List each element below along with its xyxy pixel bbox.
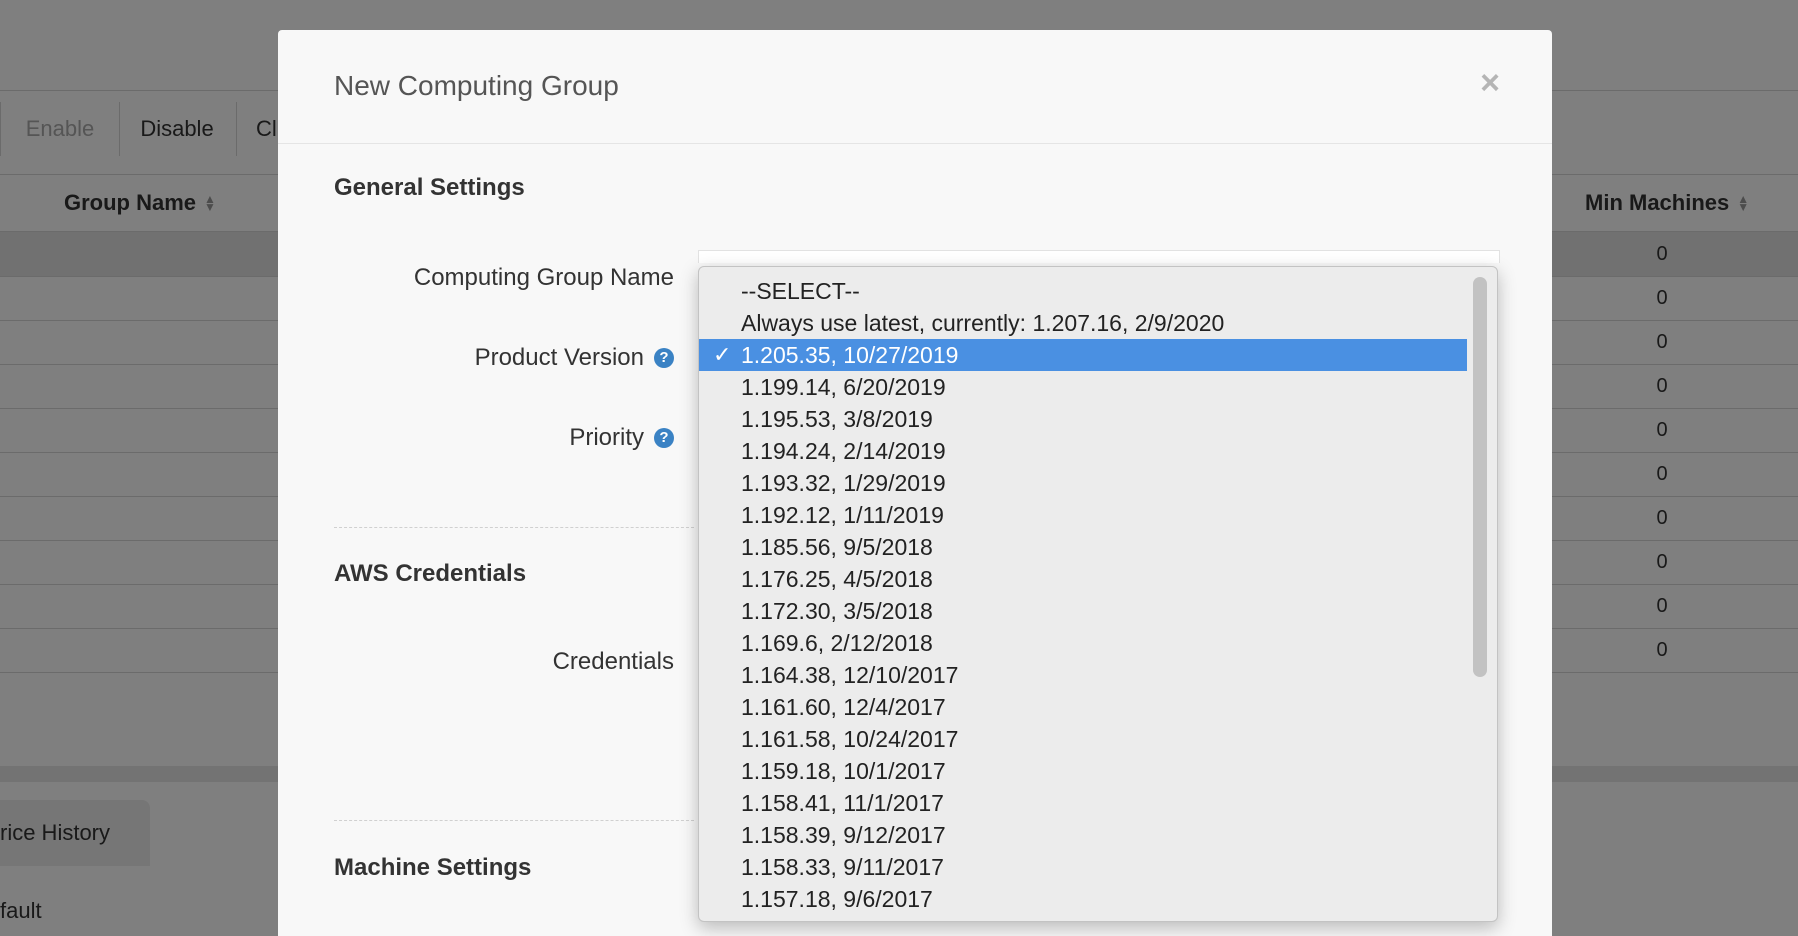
priority-label-text: Priority bbox=[569, 424, 644, 451]
dropdown-scrollbar[interactable] bbox=[1473, 277, 1487, 911]
dropdown-option-label: 1.193.32, 1/29/2019 bbox=[741, 470, 946, 496]
dropdown-option-label: 1.164.38, 12/10/2017 bbox=[741, 662, 959, 688]
dropdown-option[interactable]: 1.192.12, 1/11/2019 bbox=[699, 499, 1467, 531]
credentials-label-text: Credentials bbox=[552, 648, 674, 675]
dropdown-option-label: 1.161.58, 10/24/2017 bbox=[741, 726, 959, 752]
dropdown-option-label: 1.157.18, 9/6/2017 bbox=[741, 886, 933, 912]
dropdown-option[interactable]: 1.159.18, 10/1/2017 bbox=[699, 755, 1467, 787]
section-divider bbox=[334, 527, 694, 528]
dropdown-option-label: Always use latest, currently: 1.207.16, … bbox=[741, 310, 1225, 336]
machine-settings-heading: Machine Settings bbox=[334, 854, 532, 881]
dropdown-option[interactable]: 1.193.32, 1/29/2019 bbox=[699, 467, 1467, 499]
dropdown-option-label: --SELECT-- bbox=[741, 278, 860, 304]
dropdown-option-label: 1.185.56, 9/5/2018 bbox=[741, 534, 933, 560]
dropdown-option-label: 1.205.35, 10/27/2019 bbox=[741, 342, 959, 368]
dropdown-option[interactable]: 1.158.33, 9/11/2017 bbox=[699, 851, 1467, 883]
computing-group-name-input[interactable] bbox=[698, 250, 1500, 263]
dropdown-option-label: 1.192.12, 1/11/2019 bbox=[741, 502, 944, 528]
product-version-label: Product Version ? bbox=[475, 344, 674, 372]
dropdown-option-label: 1.169.6, 2/12/2018 bbox=[741, 630, 933, 656]
dropdown-option[interactable]: 1.161.58, 10/24/2017 bbox=[699, 723, 1467, 755]
section-divider bbox=[334, 820, 694, 821]
dropdown-option-label: 1.161.60, 12/4/2017 bbox=[741, 694, 946, 720]
close-icon[interactable]: × bbox=[1480, 66, 1500, 100]
dropdown-option[interactable]: 1.199.14, 6/20/2019 bbox=[699, 371, 1467, 403]
dropdown-option-label: 1.194.24, 2/14/2019 bbox=[741, 438, 946, 464]
dropdown-option-label: 1.195.53, 3/8/2019 bbox=[741, 406, 933, 432]
dropdown-option[interactable]: 1.169.6, 2/12/2018 bbox=[699, 627, 1467, 659]
dropdown-option-label: 1.172.30, 3/5/2018 bbox=[741, 598, 933, 624]
credentials-label: Credentials bbox=[553, 648, 674, 676]
dropdown-option[interactable]: Always use latest, currently: 1.207.16, … bbox=[699, 307, 1467, 339]
dropdown-option[interactable]: 1.195.53, 3/8/2019 bbox=[699, 403, 1467, 435]
dropdown-option[interactable]: 1.157.18, 9/6/2017 bbox=[699, 883, 1467, 915]
dropdown-option-label: 1.158.41, 11/1/2017 bbox=[741, 790, 944, 816]
dropdown-option[interactable]: 1.164.38, 12/10/2017 bbox=[699, 659, 1467, 691]
dropdown-scroll-thumb[interactable] bbox=[1473, 277, 1487, 677]
dropdown-option-label: 1.199.14, 6/20/2019 bbox=[741, 374, 946, 400]
general-settings-heading: General Settings bbox=[334, 174, 525, 201]
dropdown-option[interactable]: 1.176.25, 4/5/2018 bbox=[699, 563, 1467, 595]
dropdown-option[interactable]: 1.158.41, 11/1/2017 bbox=[699, 787, 1467, 819]
modal-header: New Computing Group × bbox=[278, 30, 1552, 144]
help-icon[interactable]: ? bbox=[654, 348, 674, 368]
computing-group-name-label: Computing Group Name bbox=[414, 264, 674, 292]
dropdown-option[interactable]: 1.161.60, 12/4/2017 bbox=[699, 691, 1467, 723]
dropdown-option[interactable]: 1.172.30, 3/5/2018 bbox=[699, 595, 1467, 627]
dropdown-option-label: 1.158.33, 9/11/2017 bbox=[741, 854, 944, 880]
aws-credentials-heading: AWS Credentials bbox=[334, 560, 527, 587]
dropdown-options: --SELECT-- Always use latest, currently: … bbox=[699, 275, 1467, 915]
modal-title: New Computing Group bbox=[334, 70, 619, 101]
dropdown-option-label: 1.159.18, 10/1/2017 bbox=[741, 758, 946, 784]
dropdown-option[interactable]: 1.194.24, 2/14/2019 bbox=[699, 435, 1467, 467]
dropdown-option[interactable]: ✓ 1.205.35, 10/27/2019 bbox=[699, 339, 1467, 371]
dropdown-option[interactable]: 1.185.56, 9/5/2018 bbox=[699, 531, 1467, 563]
dropdown-option-label: 1.158.39, 9/12/2017 bbox=[741, 822, 946, 848]
dropdown-option[interactable]: 1.158.39, 9/12/2017 bbox=[699, 819, 1467, 851]
dropdown-option[interactable]: --SELECT-- bbox=[699, 275, 1467, 307]
product-version-dropdown[interactable]: --SELECT-- Always use latest, currently: … bbox=[698, 266, 1498, 922]
priority-label: Priority ? bbox=[569, 424, 674, 452]
checkmark-icon: ✓ bbox=[713, 342, 732, 367]
help-icon[interactable]: ? bbox=[654, 428, 674, 448]
dropdown-option-label: 1.176.25, 4/5/2018 bbox=[741, 566, 933, 592]
computing-group-name-label-text: Computing Group Name bbox=[413, 264, 674, 291]
product-version-label-text: Product Version bbox=[474, 344, 644, 371]
